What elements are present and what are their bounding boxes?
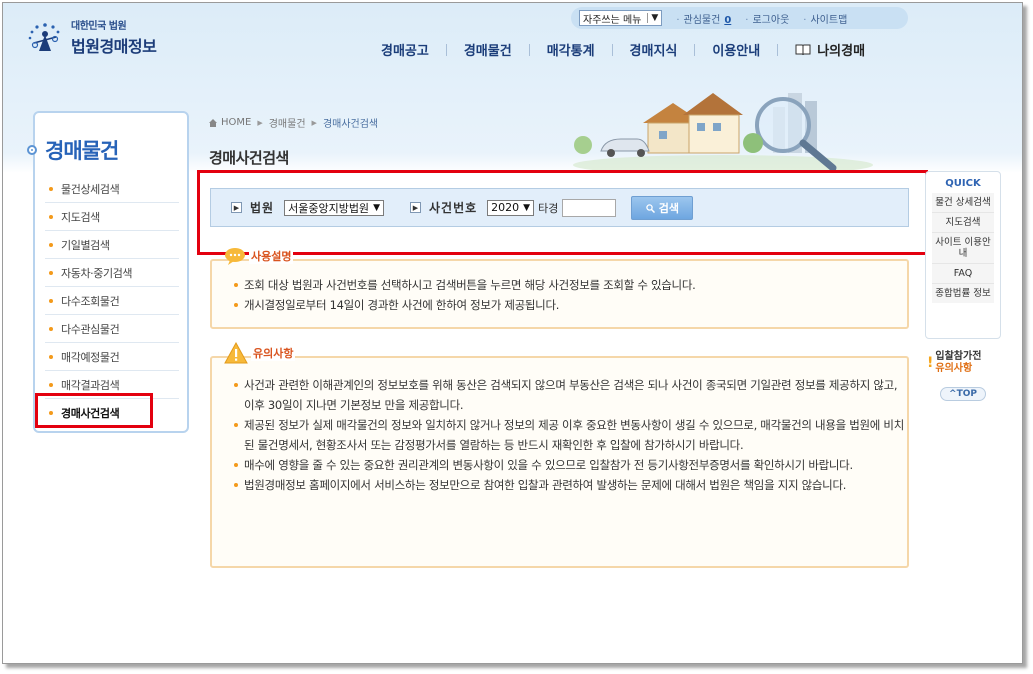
sidebar-item-most-interest[interactable]: 다수관심물건 bbox=[45, 315, 179, 343]
caution-info-box: 유의사항 사건과 관련한 이해관계인의 정보보호를 위해 동산은 검색되지 않으… bbox=[210, 342, 909, 568]
bullet-icon bbox=[49, 326, 53, 331]
sitemap-label: 사이트맵 bbox=[810, 14, 848, 26]
breadcrumb-home[interactable]: HOME bbox=[221, 117, 251, 128]
gnb-divider bbox=[777, 43, 779, 56]
usage-info-header: 사용설명 bbox=[224, 247, 294, 265]
breadcrumb-current: 경매사건검색 bbox=[322, 119, 379, 130]
breadcrumb-arrow-icon: ▶ bbox=[311, 118, 317, 127]
gnb-auction-items[interactable]: 경매물건 bbox=[464, 40, 512, 59]
scroll-top-button[interactable]: ^TOP bbox=[940, 387, 986, 401]
global-nav: 경매공고 경매물건 매각통계 경매지식 이용안내 나의경매 bbox=[381, 40, 865, 59]
quick-menu: QUICK 물건 상세검색 지도검색 사이트 이용안내 FAQ 종합법률 정보 bbox=[925, 171, 1001, 339]
sidebar-item-label: 자동차·중기검색 bbox=[61, 266, 133, 280]
interest-items-count: 0 bbox=[724, 14, 732, 26]
bullet-icon bbox=[49, 354, 53, 359]
bullet-icon bbox=[49, 298, 53, 303]
active-item-highlight bbox=[35, 393, 153, 428]
list-item: 개시결정일로부터 14일이 경과한 사건에 한하여 정보가 제공됩니다. bbox=[232, 295, 902, 315]
list-item: 매수에 영향을 줄 수 있는 중요한 권리관계의 변동사항이 있을 수 있으므로… bbox=[232, 455, 904, 475]
sidebar-item-label: 다수조회물건 bbox=[61, 294, 120, 308]
bullet-icon bbox=[49, 214, 53, 219]
sidebar-item-map-search[interactable]: 지도검색 bbox=[45, 203, 179, 231]
logo-title: 법원경매정보 bbox=[71, 37, 157, 56]
usage-info-box: 사용설명 조회 대상 법원과 사건번호를 선택하시고 검색버튼을 누르면 해당 … bbox=[210, 248, 909, 329]
court-emblem-icon bbox=[25, 17, 65, 57]
list-item: 조회 대상 법원과 사건번호를 선택하시고 검색버튼을 누르면 해당 사건정보를… bbox=[232, 275, 902, 295]
sidebar-item-label: 물건상세검색 bbox=[61, 182, 120, 196]
list-item: 사건과 관련한 이해관계인의 정보보호를 위해 동산은 검색되지 않으며 부동산… bbox=[232, 375, 904, 415]
gnb-auction-notice[interactable]: 경매공고 bbox=[381, 40, 429, 59]
interest-items-link[interactable]: · 관심물건 0 bbox=[676, 11, 731, 26]
logout-link[interactable]: · 로그아웃 bbox=[745, 11, 789, 26]
search-form-highlight bbox=[197, 170, 928, 255]
quick-site-guide[interactable]: 사이트 이용안내 bbox=[932, 233, 994, 264]
breadcrumb: HOME ▶ 경매물건 ▶ 경매사건검색 bbox=[209, 115, 378, 130]
gnb-divider bbox=[611, 43, 613, 56]
interest-items-label: 관심물건 bbox=[683, 14, 721, 26]
chevron-down-icon: ▼ bbox=[647, 13, 658, 23]
bullet-icon bbox=[49, 242, 53, 247]
sidebar-item-label: 지도검색 bbox=[61, 210, 100, 224]
utility-bar: 자주쓰는 메뉴 ▼ · 관심물건 0 · 로그아웃 · 사이트맵 bbox=[571, 7, 908, 29]
sidebar-item-most-viewed[interactable]: 다수조회물건 bbox=[45, 287, 179, 315]
quick-menu-title: QUICK bbox=[945, 178, 981, 189]
gnb-my-auction[interactable]: 나의경매 bbox=[795, 40, 865, 59]
gnb-divider bbox=[694, 43, 696, 56]
gnb-auction-knowledge[interactable]: 경매지식 bbox=[630, 40, 678, 59]
usage-info-list: 조회 대상 법원과 사건번호를 선택하시고 검색버튼을 누르면 해당 사건정보를… bbox=[232, 275, 902, 315]
list-item: 제공된 정보가 실제 매각물건의 정보와 일치하지 않거나 정보의 제공 이후 … bbox=[232, 415, 904, 455]
caution-info-header: 유의사항 bbox=[224, 342, 296, 364]
bullet-icon bbox=[49, 382, 53, 387]
home-icon bbox=[209, 118, 217, 127]
logo-subtitle: 대한민국 법원 bbox=[71, 21, 127, 32]
gnb-my-auction-label: 나의경매 bbox=[817, 44, 866, 59]
page-title: 경매사건검색 bbox=[209, 149, 289, 167]
usage-info-title: 사용설명 bbox=[249, 248, 294, 264]
speech-bubble-icon bbox=[225, 248, 245, 265]
header-illustration bbox=[563, 73, 883, 175]
sidebar-item-scheduled-sale[interactable]: 매각예정물건 bbox=[45, 343, 179, 371]
sitemap-link[interactable]: · 사이트맵 bbox=[803, 11, 847, 26]
gnb-sale-statistics[interactable]: 매각통계 bbox=[547, 40, 595, 59]
sidebar-item-label: 기일별검색 bbox=[61, 238, 110, 252]
sidebar-item-vehicle-search[interactable]: 자동차·중기검색 bbox=[45, 259, 179, 287]
exclamation-icon: ! bbox=[927, 355, 934, 371]
book-icon bbox=[795, 44, 811, 56]
sidebar-item-detail-search[interactable]: 물건상세검색 bbox=[45, 175, 179, 203]
bid-notice-line2: 유의사항 bbox=[935, 363, 973, 374]
breadcrumb-items[interactable]: 경매물건 bbox=[269, 115, 306, 130]
bid-notice-link[interactable]: ! 입찰참가전 유의사항 bbox=[927, 345, 1001, 381]
breadcrumb-arrow-icon: ▶ bbox=[257, 118, 263, 127]
bullet-icon bbox=[49, 186, 53, 191]
site-logo[interactable]: 대한민국 법원 법원경매정보 bbox=[25, 17, 157, 57]
favorite-menu-select[interactable]: 자주쓰는 메뉴 ▼ bbox=[579, 10, 663, 26]
favorite-menu-label: 자주쓰는 메뉴 bbox=[583, 14, 642, 26]
caution-info-list: 사건과 관련한 이해관계인의 정보보호를 위해 동산은 검색되지 않으며 부동산… bbox=[232, 375, 904, 495]
quick-legal-info[interactable]: 종합법률 정보 bbox=[932, 284, 994, 303]
circle-bullet-icon bbox=[27, 145, 37, 155]
side-nav: 경매물건 물건상세검색 지도검색 기일별검색 자동차·중기검색 다수조회물건 다… bbox=[27, 111, 189, 433]
quick-map-search[interactable]: 지도검색 bbox=[932, 213, 994, 233]
gnb-divider bbox=[528, 43, 530, 56]
sidebar-item-label: 매각예정물건 bbox=[61, 350, 120, 364]
quick-detail-search[interactable]: 물건 상세검색 bbox=[932, 193, 994, 213]
side-nav-title-text: 경매물건 bbox=[45, 139, 119, 163]
quick-faq[interactable]: FAQ bbox=[932, 264, 994, 284]
logout-label: 로그아웃 bbox=[752, 14, 790, 26]
sidebar-item-date-search[interactable]: 기일별검색 bbox=[45, 231, 179, 259]
bid-notice-line1: 입찰참가전 bbox=[935, 351, 982, 362]
browser-frame: 대한민국 법원 법원경매정보 자주쓰는 메뉴 ▼ · 관심물건 0 · 로그아웃 · 사… bbox=[2, 2, 1023, 664]
warning-icon bbox=[224, 342, 248, 364]
gnb-divider bbox=[445, 43, 447, 56]
side-nav-list: 물건상세검색 지도검색 기일별검색 자동차·중기검색 다수조회물건 다수관심물건… bbox=[45, 175, 179, 427]
sidebar-item-label: 다수관심물건 bbox=[61, 322, 120, 336]
bullet-icon bbox=[49, 270, 53, 275]
side-nav-title: 경매물건 bbox=[27, 135, 119, 165]
caution-info-title: 유의사항 bbox=[251, 345, 296, 361]
list-item: 법원경매정보 홈페이지에서 서비스하는 정보만으로 참여한 입찰과 관련하여 발… bbox=[232, 475, 904, 495]
gnb-user-guide[interactable]: 이용안내 bbox=[712, 40, 760, 59]
sidebar-item-label: 매각결과검색 bbox=[61, 378, 120, 392]
